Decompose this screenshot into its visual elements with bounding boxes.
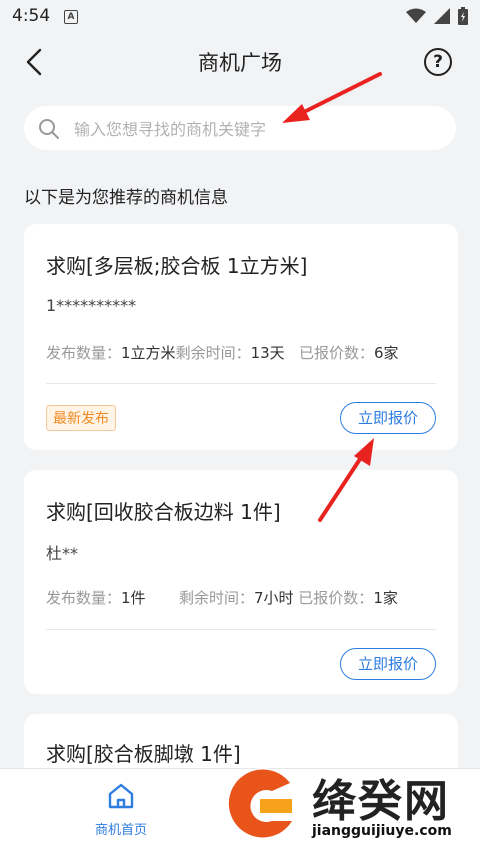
opportunity-card[interactable]: 求购[多层板;胶合板 1立方米] 1********** 发布数量：1立方米剩余… <box>24 224 458 450</box>
new-badge: 最新发布 <box>46 405 116 431</box>
search-input[interactable] <box>72 106 436 152</box>
watermark-text: 绛癸网 <box>312 776 450 827</box>
watermark-url: jiangguijiuye.com <box>312 823 452 839</box>
card-meta: 发布数量：1立方米剩余时间：13天 已报价数：6家 <box>46 342 399 363</box>
status-time: 4:54 <box>12 6 51 26</box>
card-user: 杜** <box>46 544 79 563</box>
watermark-logo-icon <box>227 768 299 840</box>
qty-value: 1立方米 <box>121 344 176 362</box>
time-value: 7小时 <box>253 589 294 607</box>
tab-home[interactable]: 商机首页 <box>84 781 158 838</box>
quotes-value: 6家 <box>374 344 399 362</box>
page-title: 商机广场 <box>198 51 282 75</box>
search-icon <box>39 119 59 139</box>
card-title: 求购[胶合板脚墩 1件] <box>46 742 241 766</box>
quotes-value: 1家 <box>373 589 398 607</box>
card-user: 1********** <box>46 296 137 315</box>
help-icon[interactable]: ? <box>424 48 452 76</box>
notification-a-icon: A <box>64 10 78 24</box>
status-icons <box>406 7 468 25</box>
quotes-label: 已报价数： <box>298 344 374 362</box>
section-title: 以下是为您推荐的商机信息 <box>24 188 228 208</box>
watermark: 绛癸网 jiangguijiuye.com <box>220 759 470 851</box>
status-bar: 4:54 A <box>0 0 480 34</box>
card-divider <box>46 629 436 630</box>
card-divider <box>46 383 436 384</box>
battery-icon <box>458 7 468 25</box>
card-title: 求购[多层板;胶合板 1立方米] <box>46 254 308 278</box>
tab-home-label: 商机首页 <box>94 823 147 838</box>
qty-label: 发布数量： <box>46 344 122 362</box>
time-label: 剩余时间： <box>175 344 251 362</box>
opportunity-card[interactable]: 求购[回收胶合板边料 1件] 杜** 发布数量：1件 剩余时间：7小时 已报价数… <box>24 470 458 694</box>
wifi-icon <box>406 8 426 23</box>
card-title: 求购[回收胶合板边料 1件] <box>46 500 281 524</box>
signal-icon <box>434 8 450 24</box>
time-label: 剩余时间： <box>178 589 254 607</box>
quote-button[interactable]: 立即报价 <box>340 648 436 680</box>
nav-bar: 商机广场 ? <box>0 34 480 90</box>
card-meta: 发布数量：1件 剩余时间：7小时 已报价数：1家 <box>46 587 398 608</box>
home-icon <box>108 783 134 809</box>
time-value: 13天 <box>250 344 285 362</box>
qty-label: 发布数量： <box>46 589 122 607</box>
qty-value: 1件 <box>121 589 146 607</box>
quotes-label: 已报价数： <box>298 589 374 607</box>
quote-button[interactable]: 立即报价 <box>340 402 436 434</box>
search-bar[interactable] <box>24 106 456 152</box>
